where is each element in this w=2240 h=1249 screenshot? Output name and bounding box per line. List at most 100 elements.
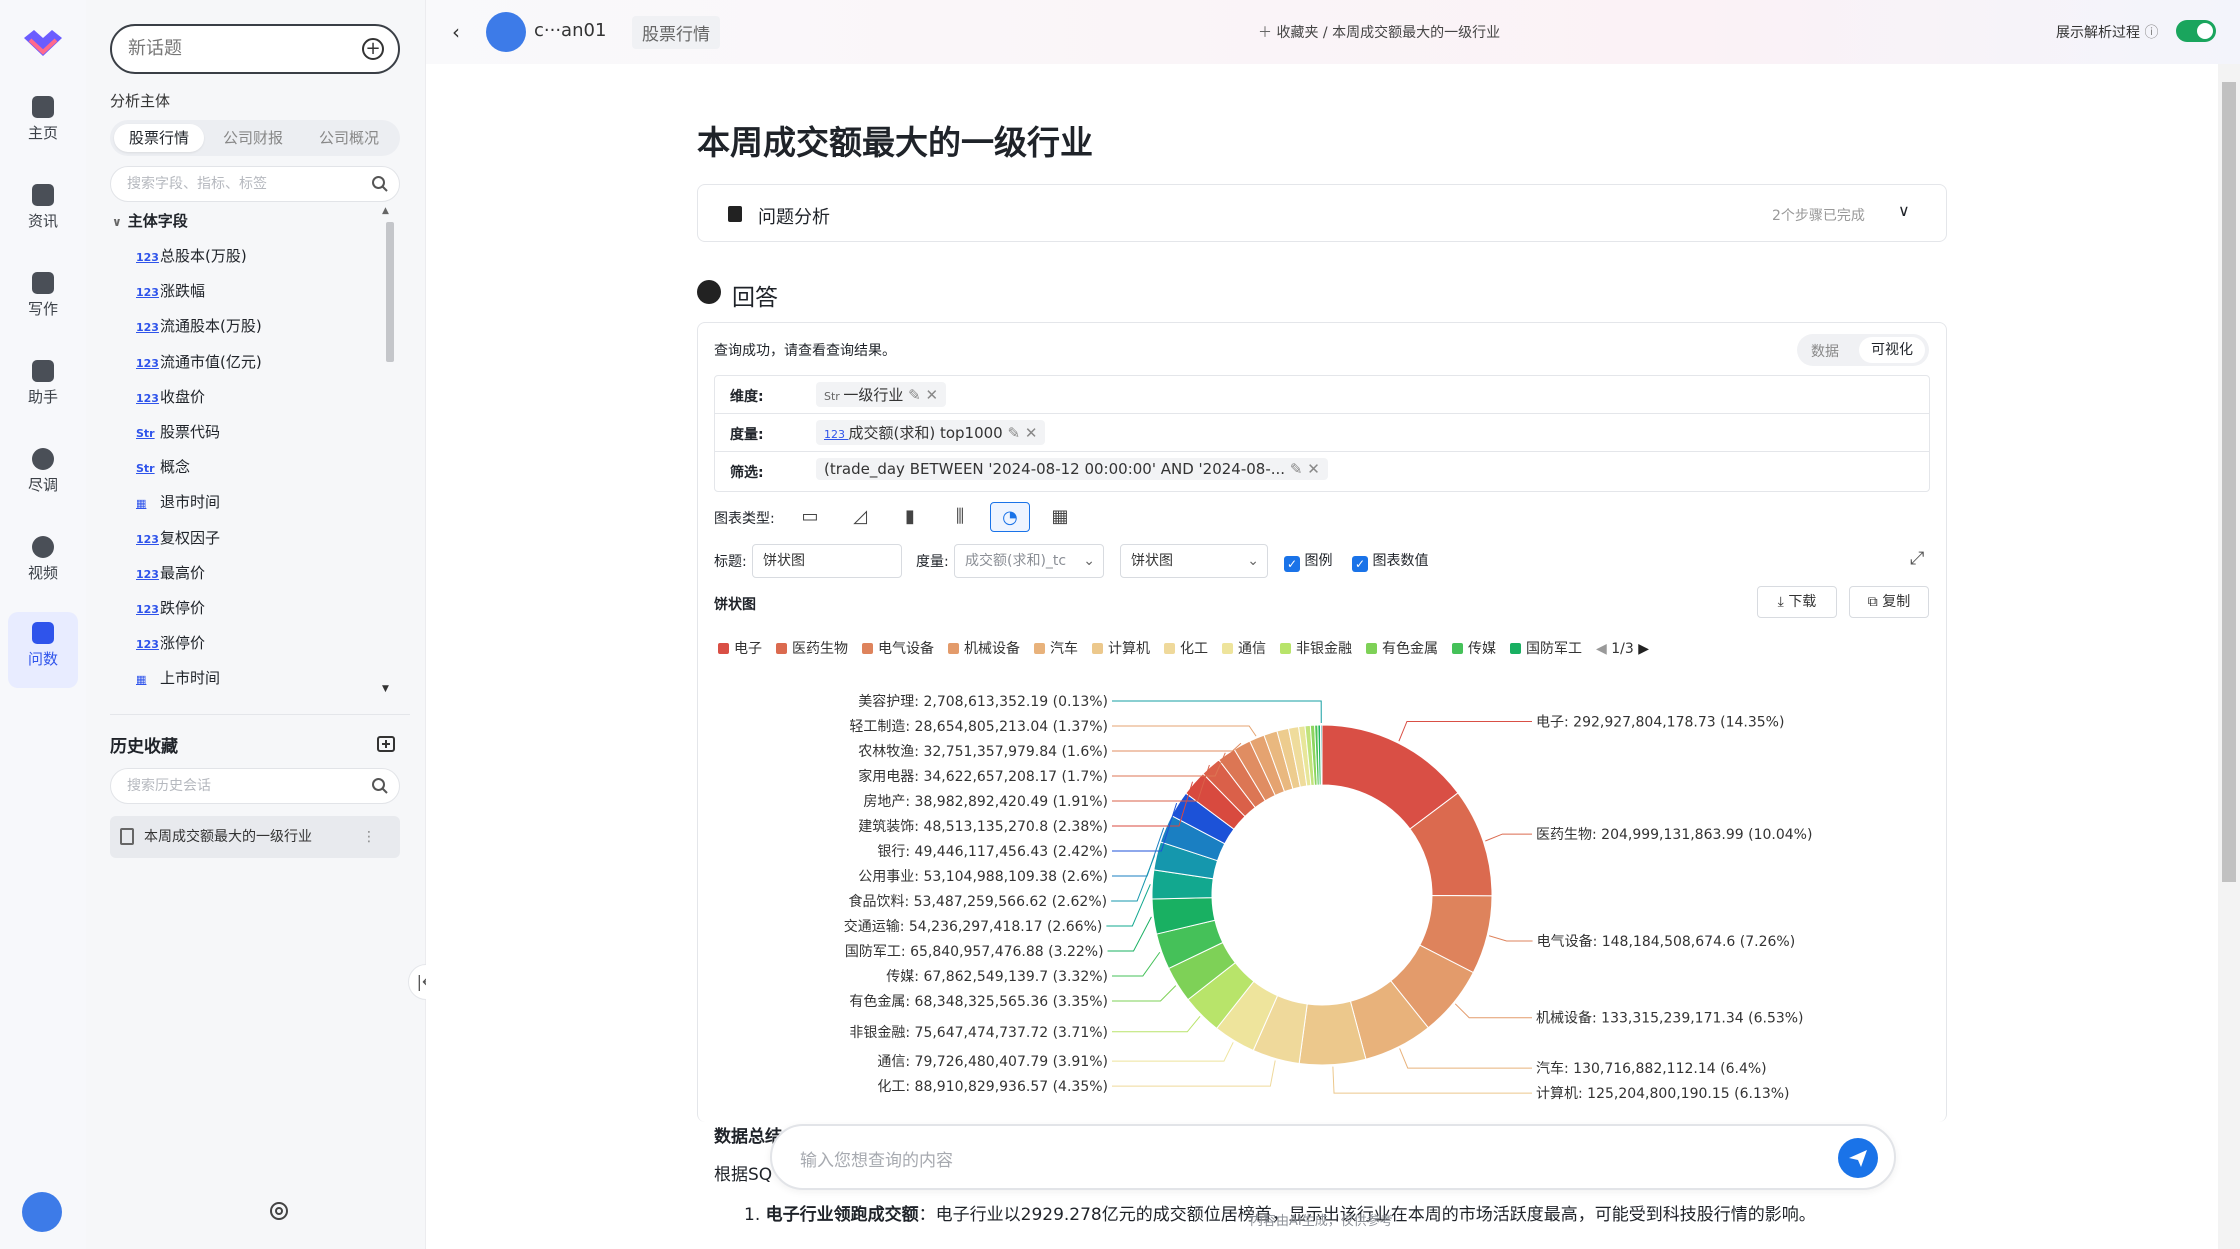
history-item[interactable]: 本周成交额最大的一级行业 ⋮ xyxy=(110,816,400,858)
measure-row: 度量: 123 成交额(求和) top1000 ✎ ✕ xyxy=(714,414,1930,452)
send-button[interactable] xyxy=(1838,1138,1878,1178)
field-item[interactable]: 123总股本(万股) xyxy=(136,244,247,268)
page-scrollbar[interactable] xyxy=(2218,64,2240,1249)
chat-input[interactable]: 输入您想查询的内容 xyxy=(770,1124,1896,1190)
field-search-input[interactable]: 搜索字段、指标、标签 xyxy=(110,166,400,202)
field-item[interactable]: ▦ 退市时间 xyxy=(136,490,220,514)
field-item[interactable]: 123流通股本(万股) xyxy=(136,314,262,338)
tab-visual[interactable]: 可视化 xyxy=(1859,337,1925,363)
edit-icon[interactable]: ✎ xyxy=(908,386,921,404)
pie-label: 非银金融: 75,647,474,737.72 (3.71%) xyxy=(849,1025,1108,1041)
chevron-down-icon[interactable]: ∨ xyxy=(1898,201,1910,220)
pie-label-line xyxy=(1454,1003,1532,1019)
field-item[interactable]: ▦ 上市时间 xyxy=(136,666,220,690)
breadcrumb[interactable]: ＋ 收藏夹 / 本周成交额最大的一级行业 xyxy=(1258,22,1500,42)
field-item[interactable]: 123复权因子 xyxy=(136,526,220,550)
legend-swatch xyxy=(862,643,873,654)
legend-item[interactable]: 汽车 xyxy=(1034,638,1078,658)
field-item[interactable]: 123涨跌幅 xyxy=(136,279,205,303)
user-avatar[interactable] xyxy=(486,12,526,52)
add-folder-icon[interactable] xyxy=(376,734,396,754)
area-chart-icon[interactable]: ◿ xyxy=(840,502,880,532)
checkbox-checked-icon[interactable]: ✓ xyxy=(1284,556,1300,572)
new-topic-input[interactable]: 新话题 + xyxy=(110,24,400,74)
search-icon[interactable] xyxy=(371,175,389,193)
tree-header[interactable]: ∨ 主体字段 xyxy=(112,210,188,231)
measure-chip[interactable]: 123 成交额(求和) top1000 ✎ ✕ xyxy=(816,420,1046,445)
user-avatar[interactable] xyxy=(22,1192,62,1232)
bar-chart-icon[interactable]: ▮ xyxy=(890,502,930,532)
copy-button[interactable]: ⧉ 复制 xyxy=(1849,586,1929,618)
field-item[interactable]: Str 概念 xyxy=(136,455,190,479)
prev-page-icon[interactable]: ◀ xyxy=(1596,641,1607,657)
values-checkbox[interactable]: ✓ 图表数值 xyxy=(1352,550,1428,572)
field-item[interactable]: Str 股票代码 xyxy=(136,420,220,444)
search-icon[interactable] xyxy=(371,777,389,795)
field-item[interactable]: 123收盘价 xyxy=(136,385,205,409)
rail-item-4[interactable]: 尽调 xyxy=(8,438,78,514)
tab-data[interactable]: 数据 xyxy=(1811,341,1839,361)
legend-item[interactable]: 有色金属 xyxy=(1366,638,1438,658)
legend-item[interactable]: 机械设备 xyxy=(948,638,1020,658)
legend-item[interactable]: 通信 xyxy=(1222,638,1266,658)
rail-item-2[interactable]: 写作 xyxy=(8,262,78,338)
analysis-panel[interactable]: 问题分析 2个步骤已完成 ∨ xyxy=(697,184,1947,242)
legend-checkbox[interactable]: ✓ 图例 xyxy=(1284,550,1332,572)
legend-label: 传媒 xyxy=(1468,641,1496,657)
rail-item-1[interactable]: 资讯 xyxy=(8,174,78,250)
settings-icon[interactable] xyxy=(268,1200,290,1222)
more-icon[interactable]: ⋮ xyxy=(362,816,376,858)
chart-kind-select[interactable]: 饼状图 ⌄ xyxy=(1120,544,1268,578)
close-icon[interactable]: ✕ xyxy=(1025,424,1038,442)
chart-title-input[interactable]: 饼状图 xyxy=(752,544,902,578)
rail-item-3[interactable]: 助手 xyxy=(8,350,78,426)
download-label: 下载 xyxy=(1788,594,1817,610)
history-search-input[interactable]: 搜索历史会话 xyxy=(110,768,400,804)
legend-item[interactable]: 非银金融 xyxy=(1280,638,1352,658)
filter-chip[interactable]: (trade_day BETWEEN '2024-08-12 00:00:00'… xyxy=(816,458,1328,480)
help-icon[interactable]: ⓘ xyxy=(2144,25,2158,41)
next-page-icon[interactable]: ▶ xyxy=(1638,641,1649,657)
plus-icon[interactable]: + xyxy=(362,38,384,60)
legend-item[interactable]: 电气设备 xyxy=(862,638,934,658)
measure-select[interactable]: 成交额(求和)_tc ⌄ xyxy=(954,544,1104,578)
combo-chart-icon[interactable]: ⫼ xyxy=(940,502,980,532)
scroll-up-icon[interactable]: ▲ xyxy=(382,206,389,216)
legend-item[interactable]: 医药生物 xyxy=(776,638,848,658)
close-icon[interactable]: ✕ xyxy=(925,386,938,404)
field-item[interactable]: 123流通市值(亿元) xyxy=(136,350,262,374)
legend-item[interactable]: 电子 xyxy=(718,638,762,658)
tab-company-overview[interactable]: 公司概况 xyxy=(304,124,394,152)
tab-financial-report[interactable]: 公司财报 xyxy=(208,124,298,152)
edit-icon[interactable]: ✎ xyxy=(1008,424,1021,442)
rail-item-0[interactable]: 主页 xyxy=(8,86,78,162)
legend-pager[interactable]: ◀ 1/3 ▶ xyxy=(1596,641,1649,657)
legend-item[interactable]: 计算机 xyxy=(1092,638,1150,658)
number-card-icon[interactable]: ▭ xyxy=(790,502,830,532)
field-item[interactable]: 123跌停价 xyxy=(136,596,205,620)
tab-stock-market[interactable]: 股票行情 xyxy=(114,124,204,152)
close-icon[interactable]: ✕ xyxy=(1307,460,1320,478)
pie-slice[interactable] xyxy=(1320,724,1323,786)
field-item[interactable]: 123涨停价 xyxy=(136,631,205,655)
download-button[interactable]: ⤓ 下载 xyxy=(1757,586,1837,618)
legend-item[interactable]: 传媒 xyxy=(1452,638,1496,658)
rail-item-5[interactable]: 视频 xyxy=(8,526,78,602)
field-scroll-thumb[interactable] xyxy=(386,222,394,362)
pie-chart-icon[interactable]: ◔ xyxy=(990,502,1030,532)
parse-toggle[interactable] xyxy=(2176,20,2216,42)
page-scroll-thumb[interactable] xyxy=(2222,82,2236,882)
table-icon[interactable]: ▦ xyxy=(1040,502,1080,532)
app-logo-icon[interactable] xyxy=(20,26,66,60)
checkbox-checked-icon[interactable]: ✓ xyxy=(1352,556,1368,572)
rail-item-6[interactable]: 问数 xyxy=(8,612,78,688)
dimension-chip[interactable]: Str 一级行业 ✎ ✕ xyxy=(816,382,947,407)
field-label: 概念 xyxy=(160,458,191,477)
scroll-down-icon[interactable]: ▼ xyxy=(382,684,389,694)
field-item[interactable]: 123最高价 xyxy=(136,561,205,585)
back-icon[interactable]: ‹ xyxy=(452,20,460,44)
edit-icon[interactable]: ✎ xyxy=(1290,460,1303,478)
legend-item[interactable]: 化工 xyxy=(1164,638,1208,658)
expand-icon[interactable]: ⤢ xyxy=(1910,548,1924,569)
legend-item[interactable]: 国防军工 xyxy=(1510,638,1582,658)
